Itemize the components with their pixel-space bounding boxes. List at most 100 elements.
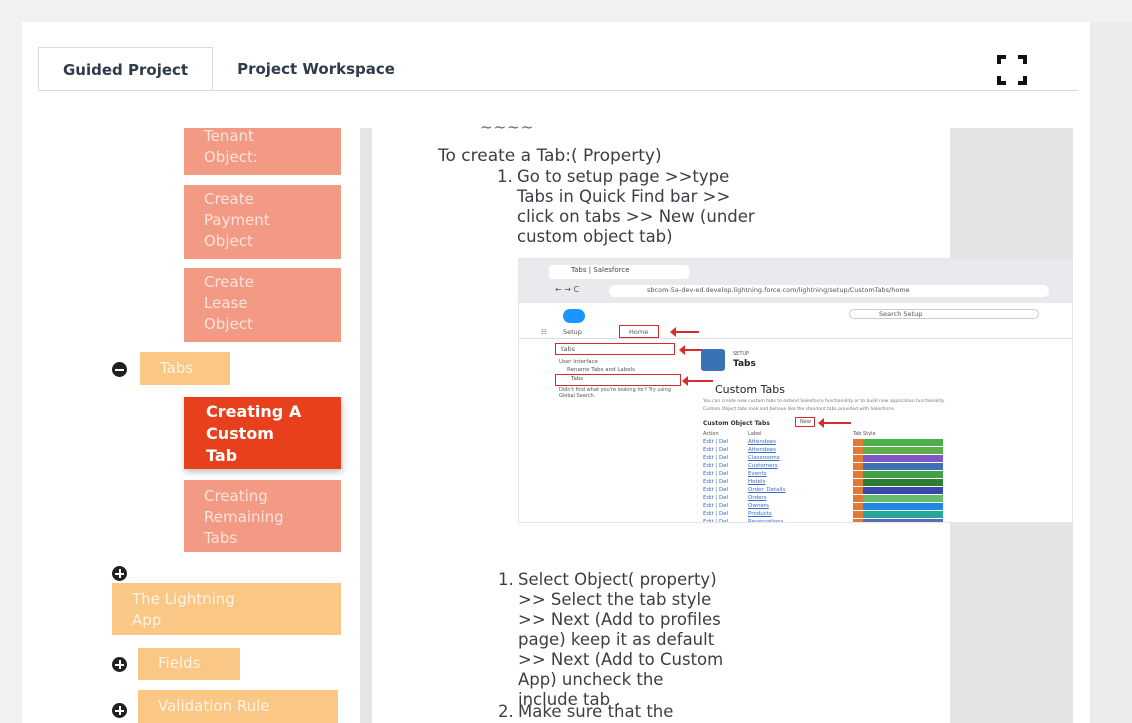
- row-style-swatch: [853, 463, 943, 470]
- step-number: 2.: [498, 702, 514, 721]
- not-find-text: Didn't find what you're looking for? Try…: [559, 387, 671, 399]
- row-action: Edit | Del: [703, 519, 729, 523]
- row-label: Owners: [748, 503, 769, 509]
- row-label: Order_Details: [748, 487, 786, 493]
- sidebar-section-lightning-app[interactable]: The Lightning App: [112, 583, 341, 635]
- row-style-swatch: [853, 487, 943, 494]
- table-row: Edit | Del Attendees: [703, 439, 1072, 447]
- description-text: You can create new custom tabs to extend…: [703, 399, 945, 404]
- nav-setup: Setup: [563, 328, 582, 336]
- panel-divider[interactable]: [360, 128, 372, 723]
- tab-project-workspace[interactable]: Project Workspace: [213, 47, 419, 91]
- rename-tabs: Rename Tabs and Labels: [567, 367, 636, 373]
- setup-search-label: Search Setup: [879, 310, 923, 318]
- table-row: Edit | Del Order_Details: [703, 487, 1072, 495]
- style-col: Tab Style: [853, 431, 876, 437]
- browser-tab-title: Tabs | Salesforce: [571, 266, 630, 274]
- table-row: Edit | Del Events: [703, 471, 1072, 479]
- row-action: Edit | Del: [703, 487, 729, 493]
- sidebar-section-tabs[interactable]: Tabs: [140, 352, 230, 385]
- table-row: Edit | Del Reservations: [703, 519, 1072, 523]
- step-number: 1.: [497, 167, 513, 186]
- row-action: Edit | Del: [703, 439, 729, 445]
- row-style-swatch: [853, 519, 943, 522]
- row-style-swatch: [853, 455, 943, 462]
- table-row: Edit | Del Attendees: [703, 447, 1072, 455]
- user-interface: User Interface: [559, 359, 598, 365]
- table-row: Edit | Del Products: [703, 511, 1072, 519]
- expand-icon[interactable]: [112, 566, 127, 581]
- row-style-icon: [853, 519, 863, 522]
- sidebar-item-label: Tenant Object:: [204, 127, 258, 166]
- sidebar-item-label: Creating Remaining Tabs: [204, 487, 284, 547]
- step-list-1: 1. Go to setup page >>type Tabs in Quick…: [497, 167, 867, 247]
- row-style-swatch: [853, 479, 943, 486]
- fullscreen-icon[interactable]: [997, 55, 1027, 85]
- row-label: Hotels: [748, 479, 766, 485]
- tab-guided-project[interactable]: Guided Project: [38, 47, 214, 91]
- right-gutter: [1090, 22, 1132, 723]
- row-action: Edit | Del: [703, 511, 729, 517]
- arrow-icon: [670, 327, 699, 337]
- label-col: Label: [748, 431, 762, 437]
- sidebar-section-label: Fields: [158, 654, 201, 672]
- sidebar-item-creating-custom-tab[interactable]: Creating A Custom Tab: [184, 397, 341, 469]
- sidebar-section-fields[interactable]: Fields: [138, 648, 240, 680]
- new-button: New: [800, 419, 811, 425]
- sidebar-item-label: Creating A Custom Tab: [206, 402, 302, 465]
- row-style-swatch: [853, 511, 943, 518]
- setup-gear-icon: [701, 349, 725, 371]
- back-icon: ← → C: [555, 285, 580, 294]
- row-style-swatch: [853, 495, 943, 502]
- expand-icon[interactable]: [112, 657, 127, 672]
- row-style-icon: [853, 495, 863, 502]
- row-action: Edit | Del: [703, 503, 729, 509]
- row-style-swatch: [853, 439, 943, 446]
- arrow-icon: [818, 418, 851, 428]
- row-style-icon: [853, 463, 863, 470]
- row-label: Customers: [748, 463, 778, 469]
- setup-search-field: [849, 309, 1039, 319]
- table-row: Edit | Del Owners: [703, 503, 1072, 511]
- arrow-icon: [682, 376, 713, 386]
- embedded-screenshot: Tabs | Salesforce ← → C sbcom-5a-dev-ed.…: [518, 258, 1073, 523]
- sidebar-item-tenant-object[interactable]: Tenant Object:: [184, 127, 341, 175]
- sidebar-section-validation-rule[interactable]: Validation Rule: [138, 690, 338, 723]
- setup-nav: [519, 325, 1072, 339]
- sidebar-section-label: Validation Rule: [158, 697, 270, 715]
- table-row: Edit | Del Customers: [703, 463, 1072, 471]
- grid-icon: ☷: [541, 328, 547, 336]
- row-action: Edit | Del: [703, 455, 729, 461]
- setup-small: SETUP: [733, 351, 750, 357]
- row-label: Classrooms: [748, 455, 780, 461]
- description-text: Custom Object tabs look and behave like …: [703, 407, 896, 412]
- sidebar-item-creating-remaining-tabs[interactable]: Creating Remaining Tabs: [184, 480, 341, 552]
- expand-icon[interactable]: [112, 703, 127, 718]
- row-action: Edit | Del: [703, 463, 729, 469]
- sidebar-item-create-payment-object[interactable]: Create Payment Object: [184, 185, 341, 259]
- row-label: Orders: [748, 495, 767, 501]
- salesforce-logo-icon: [563, 309, 585, 323]
- row-style-icon: [853, 511, 863, 518]
- tabs-header: Tabs: [733, 359, 756, 369]
- tab-bar: Guided Project Project Workspace: [38, 47, 419, 91]
- action-col: Action: [703, 431, 719, 437]
- row-style-icon: [853, 455, 863, 462]
- row-label: Reservations: [748, 519, 784, 523]
- sidebar-item-label: Create Lease Object: [204, 273, 254, 333]
- row-style-icon: [853, 439, 863, 446]
- row-label: Attendees: [748, 439, 776, 445]
- browser-url: sbcom-5a-dev-ed.develop.lightning.force.…: [647, 286, 910, 294]
- step-list-3: 2. Make sure that the: [498, 702, 848, 722]
- row-label: Events: [748, 471, 767, 477]
- custom-tabs-title: Custom Tabs: [715, 383, 785, 396]
- table-row: Edit | Del Classrooms: [703, 455, 1072, 463]
- step-text: Go to setup page >>type Tabs in Quick Fi…: [517, 167, 755, 246]
- content-intro: To create a Tab:( Property): [438, 146, 662, 166]
- tab-underline: [38, 90, 1078, 91]
- sidebar-section-label: Tabs: [160, 359, 194, 377]
- quick-find-value: tabs: [561, 345, 576, 353]
- collapse-icon[interactable]: [112, 362, 127, 377]
- sidebar-item-create-lease-object[interactable]: Create Lease Object: [184, 268, 341, 342]
- row-action: Edit | Del: [703, 495, 729, 501]
